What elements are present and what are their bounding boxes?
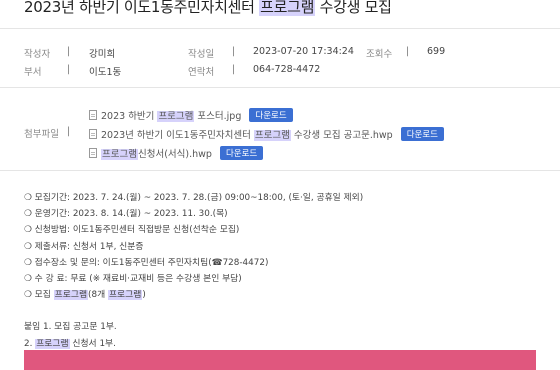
file-link[interactable]: 2023년 하반기 이도1동주민자치센터 프로그램 수강생 모집 공고문.hwp — [101, 127, 393, 141]
separator: | — [406, 46, 410, 57]
separator: | — [67, 64, 71, 75]
download-button[interactable]: 다운로드 — [219, 146, 264, 160]
post-body: ❍ 모집기간: 2023. 7. 24.(월) ~ 2023. 7. 28.(금… — [24, 190, 363, 352]
attach-note-text-end: 신청서 1부. — [69, 338, 116, 349]
header-divider — [0, 28, 560, 29]
file-name: 2023 하반기 — [101, 111, 158, 122]
attach-note-1: 붙임 1. 모집 공고문 1부. — [24, 322, 117, 333]
body-line: ❍ 운영기간: 2023. 8. 14.(월) ~ 2023. 11. 30.(… — [24, 209, 228, 220]
recruit-text-end: ) — [142, 290, 146, 301]
file-link[interactable]: 2023 하반기 프로그램 포스터.jpg — [101, 108, 241, 122]
file-icon — [89, 148, 97, 158]
file-name-end: 신청서(서식).hwp — [137, 149, 212, 160]
views-label: 조회수 — [366, 49, 393, 60]
separator: | — [232, 64, 236, 75]
attachments-label: 첨부파일 — [24, 129, 59, 140]
file-name-highlight: 프로그램 — [101, 149, 138, 160]
body-line: ❍ 제출서류: 신청서 1부, 신분증 — [24, 241, 144, 252]
file-name-highlight: 프로그램 — [253, 130, 291, 141]
file-icon — [89, 110, 97, 120]
attachment-item: 2023 하반기 프로그램 포스터.jpg 다운로드 — [89, 108, 293, 122]
recruit-line: ❍ 모집 프로그램(8개 프로그램) — [24, 287, 363, 303]
file-icon — [89, 129, 97, 139]
body-line: ❍ 접수장소 및 문의: 이도1동주민센터 주민자치팀(☎728-4472) — [24, 257, 269, 268]
body-line: ❍ 신청방법: 이도1동주민센터 직접방문 신청(선착순 모집) — [24, 225, 240, 236]
date-value: 2023-07-20 17:34:24 — [253, 46, 354, 57]
dept-label: 부서 — [24, 67, 42, 78]
author-value: 강미희 — [89, 49, 116, 60]
recruit-highlight: 프로그램 — [53, 290, 89, 301]
attachment-item: 2023년 하반기 이도1동주민자치센터 프로그램 수강생 모집 공고문.hwp… — [89, 127, 444, 141]
recruit-text: ❍ 모집 — [24, 290, 54, 301]
download-button[interactable]: 다운로드 — [400, 127, 444, 141]
separator: | — [67, 126, 71, 137]
separator: | — [67, 46, 71, 57]
meta-divider — [0, 87, 560, 88]
file-name-end: 수강생 모집 공고문.hwp — [290, 130, 393, 141]
recruit-highlight: 프로그램 — [107, 290, 143, 301]
title-highlight: 프로그램 — [259, 0, 316, 16]
recruit-text-mid: (8개 — [88, 290, 108, 301]
file-link[interactable]: 프로그램신청서(서식).hwp — [101, 146, 212, 160]
separator: | — [232, 46, 236, 57]
poster-banner — [24, 350, 536, 370]
dept-value: 이도1동 — [89, 67, 122, 78]
contact-label: 연락처 — [188, 67, 215, 78]
attach-note-highlight: 프로그램 — [35, 338, 70, 349]
title-text: 2023년 하반기 이도1동주민자치센터 — [24, 0, 260, 16]
author-label: 작성자 — [24, 49, 51, 60]
title-text-end: 수강생 모집 — [315, 0, 392, 16]
date-label: 작성일 — [188, 49, 215, 60]
file-name-highlight: 프로그램 — [157, 111, 195, 122]
attachment-item: 프로그램신청서(서식).hwp 다운로드 — [89, 146, 264, 160]
file-name-end: 포스터.jpg — [194, 111, 242, 122]
file-name: 2023년 하반기 이도1동주민자치센터 — [101, 130, 254, 141]
download-button[interactable]: 다운로드 — [249, 108, 293, 122]
page-title: 2023년 하반기 이도1동주민자치센터 프로그램 수강생 모집 — [24, 0, 392, 17]
views-value: 699 — [427, 46, 446, 57]
contact-value: 064-728-4472 — [253, 64, 321, 75]
body-line: ❍ 수 강 료: 무료 (※ 재료비·교재비 등은 수강생 본인 부담) — [24, 273, 242, 284]
attachments-divider — [0, 170, 560, 171]
attach-note-text: 2. — [24, 338, 36, 349]
body-line: ❍ 모집기간: 2023. 7. 24.(월) ~ 2023. 7. 28.(금… — [24, 193, 364, 203]
